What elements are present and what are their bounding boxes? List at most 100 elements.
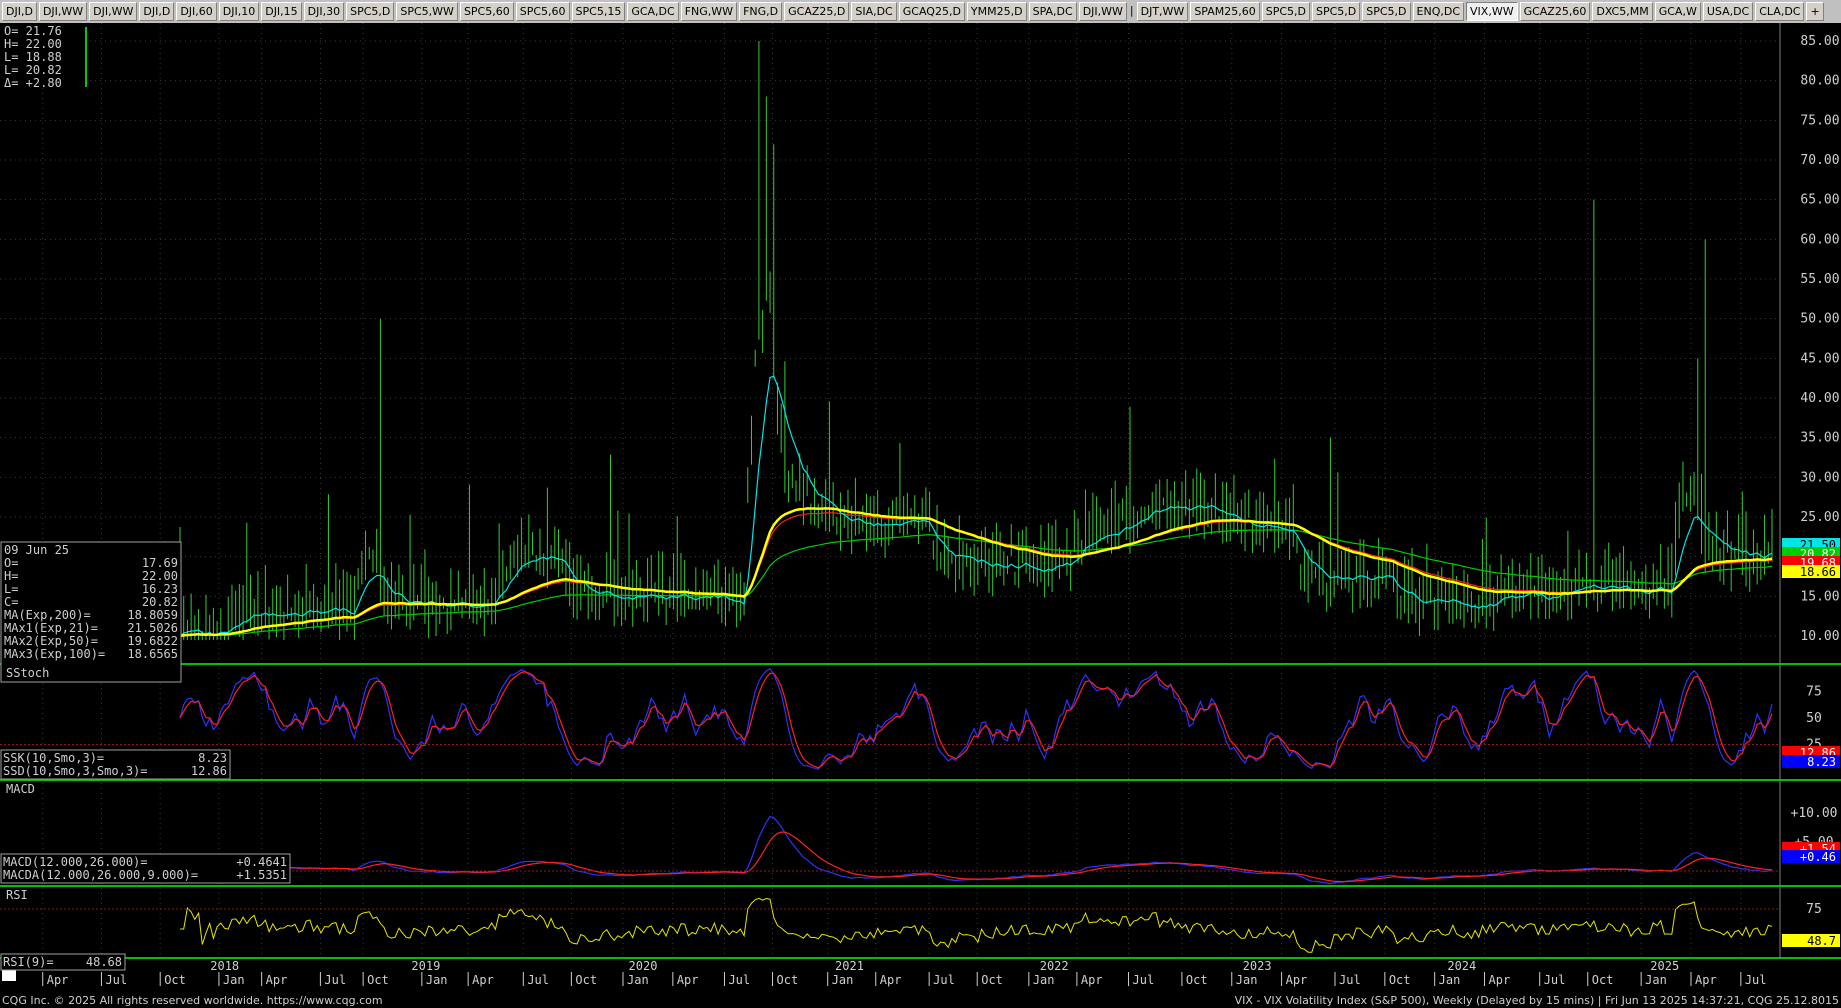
chart-tab-9[interactable]: SPC5,WW	[396, 2, 458, 21]
month-label: Oct	[1389, 973, 1411, 987]
price-axis-label: 80.00	[1800, 74, 1839, 89]
chart-tab-29[interactable]: VIX,WW	[1466, 2, 1518, 21]
month-label: Oct	[1592, 973, 1614, 987]
chart-tab-12[interactable]: SPC5,15	[571, 2, 626, 21]
price-axis-label: 45.00	[1800, 351, 1839, 366]
month-label: Apr	[1489, 973, 1511, 987]
chart-tab-24[interactable]: SPAM25,60	[1190, 2, 1260, 21]
year-label: 2019	[411, 959, 440, 973]
chart-area[interactable]: 85.00 80.00 75.00 70.00 65.00 60.00 55.00 50.00…	[0, 23, 1841, 993]
price-axis-label: 35.00	[1800, 431, 1839, 446]
month-label: Jul	[728, 973, 750, 987]
month-label: Oct	[1186, 973, 1208, 987]
cursor-line-high: H= 22.00	[4, 37, 62, 51]
bar-info-box: 09 Jun 25 O= 17.69 H= 22.00 L= 16.23 C= 20.82 MA…	[0, 541, 182, 683]
chart-tab-34[interactable]: CLA,DC	[1755, 2, 1805, 21]
price-tag-text: 18.66	[1800, 565, 1836, 579]
price-axis-label: 30.00	[1800, 470, 1839, 485]
chart-tab-14[interactable]: FNG,WW	[680, 2, 738, 21]
chart-tab-18[interactable]: GCAQ25,D	[898, 2, 965, 21]
chart-tab-6[interactable]: DJI,15	[261, 2, 302, 21]
chart-tab-0[interactable]: DJI,D	[2, 2, 37, 21]
sstoch-tag-text: 8.23	[1807, 755, 1836, 769]
rsi-legend-value: 48.68	[86, 955, 122, 969]
month-label: Apr	[880, 973, 902, 987]
info-value: 17.69	[142, 556, 178, 570]
month-label: Jul	[1745, 973, 1767, 987]
chart-tab-35[interactable]: +	[1806, 2, 1824, 21]
chart-tab-30[interactable]: GCAZ25,60	[1519, 2, 1591, 21]
rsi-tag-text: 48.7	[1807, 934, 1836, 948]
tab-separator: |	[1129, 4, 1134, 17]
month-label: Jan	[426, 973, 448, 987]
chart-tab-7[interactable]: DJI,30	[303, 2, 345, 21]
month-label: Apr	[1081, 973, 1103, 987]
chart-tab-33[interactable]: USA,DC	[1702, 2, 1754, 21]
month-label: Jan	[223, 973, 245, 987]
info-label: C=	[4, 595, 18, 609]
chart-tab-11[interactable]: SPC5,60	[515, 2, 570, 21]
macd-legend-label: MACDA(12.000,26.000,9.000)=	[3, 868, 198, 882]
price-axis-label: 40.00	[1800, 391, 1839, 406]
price-axis-label: 75.00	[1800, 113, 1839, 128]
chart-tab-25[interactable]: SPC5,D	[1261, 2, 1310, 21]
info-value: 20.82	[142, 595, 178, 609]
rsi-legend-label: RSI(9)=	[3, 955, 54, 969]
year-label: 2023	[1243, 959, 1272, 973]
info-value: 19.6822	[127, 634, 178, 648]
chart-tab-13[interactable]: GCA,DC	[627, 2, 679, 21]
month-label: Oct	[164, 973, 186, 987]
cursor-line-low: L= 18.88	[4, 50, 62, 64]
chart-tab-4[interactable]: DJI,60	[176, 2, 217, 21]
chart-tab-32[interactable]: GCA,W	[1654, 2, 1701, 21]
chart-tab-21[interactable]: DJI,WW	[1078, 2, 1127, 21]
copyright-text: CQG Inc. © 2025 All rights reserved worl…	[2, 994, 383, 1007]
year-label: 2024	[1447, 959, 1476, 973]
time-axis: 2018 2019 2020 2021 2022 2023 2024 2025 Apr Jul Oc…	[0, 959, 1841, 993]
month-label: Jan	[1236, 973, 1258, 987]
chart-tab-27[interactable]: SPC5,D	[1362, 2, 1411, 21]
month-label: Oct	[777, 973, 799, 987]
macd-tag-text: +0.46	[1800, 850, 1836, 864]
cursor-readout: O= 21.76 H= 22.00 L= 18.88 L= 20.82 Δ= +…	[0, 23, 88, 90]
chart-tab-19[interactable]: YMM25,D	[966, 2, 1027, 21]
month-label: Jul	[1339, 973, 1361, 987]
chart-tab-26[interactable]: SPC5,D	[1312, 2, 1361, 21]
month-label: Apr	[472, 973, 494, 987]
info-label: H=	[4, 569, 18, 583]
cursor-line-open: O= 21.76	[4, 24, 62, 38]
chart-tab-17[interactable]: SIA,DC	[851, 2, 897, 21]
chart-tab-2[interactable]: DJI,WW	[89, 2, 138, 21]
chart-tab-8[interactable]: SPC5,D	[346, 2, 395, 21]
sstoch-legend-label: SSK(10,Smo,3)=	[3, 751, 104, 765]
month-label: Apr	[1695, 973, 1717, 987]
info-value: 18.6565	[127, 647, 178, 661]
rsi-title: RSI	[6, 888, 28, 902]
year-label: 2020	[629, 959, 658, 973]
info-label: MAx3(Exp,100)=	[4, 647, 105, 661]
year-label: 2021	[835, 959, 864, 973]
info-value: 16.23	[142, 582, 178, 596]
month-label: Jul	[1133, 973, 1155, 987]
price-axis-label: 25.00	[1800, 510, 1839, 525]
chart-tab-16[interactable]: GCAZ25,D	[784, 2, 850, 21]
info-value: 18.8059	[127, 608, 178, 622]
sstoch-axis-label: 75	[1806, 685, 1822, 700]
chart-tab-5[interactable]: DJI,10	[218, 2, 260, 21]
month-label: Apr	[677, 973, 699, 987]
chart-tab-10[interactable]: SPC5,60	[459, 2, 514, 21]
chart-tab-1[interactable]: DJI,WW	[38, 2, 88, 21]
chart-tab-20[interactable]: SPA,DC	[1028, 2, 1077, 21]
sstoch-legend-value: 12.86	[191, 764, 227, 778]
chart-tab-28[interactable]: ENQ,DC	[1412, 2, 1465, 21]
chart-tab-15[interactable]: FNG,D	[739, 2, 783, 21]
chart-tab-3[interactable]: DJI,D	[139, 2, 175, 21]
macd-legend-label: MACD(12.000,26.000)=	[3, 855, 148, 869]
price-axis-label: 10.00	[1800, 629, 1839, 644]
chart-tab-23[interactable]: DJT,WW	[1136, 2, 1189, 21]
rsi-axis-label: 75	[1806, 902, 1822, 917]
info-label: MA(Exp,200)=	[4, 608, 91, 622]
chart-tab-31[interactable]: DXC5,MM	[1592, 2, 1653, 21]
info-label: MAx2(Exp,50)=	[4, 634, 98, 648]
info-value: 21.5026	[127, 621, 178, 635]
